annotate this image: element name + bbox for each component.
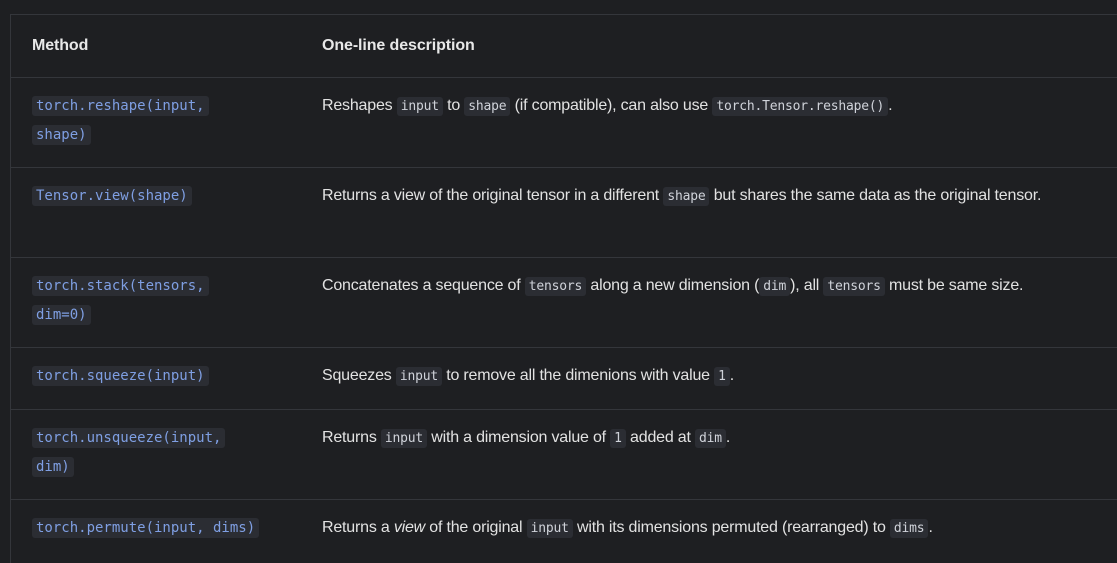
inline-code: dims	[889, 518, 929, 538]
inline-code: input	[396, 96, 443, 116]
method-code: Tensor.view(shape)	[32, 182, 192, 211]
method-code: torch.squeeze(input)	[32, 362, 209, 391]
inline-code: shape	[464, 96, 511, 116]
method-cell: torch.unsqueeze(input, dim)	[11, 409, 322, 499]
inline-code: 1	[714, 366, 730, 386]
method-cell: torch.squeeze(input)	[11, 347, 322, 409]
table-row: torch.unsqueeze(input, dim) Returns inpu…	[11, 409, 1117, 499]
inline-code: input	[380, 428, 428, 448]
inline-code: dim	[759, 276, 791, 296]
description-text: Returns input with a dimension value of …	[322, 428, 731, 448]
description-cell: Concatenates a sequence of tensors along…	[322, 257, 1117, 347]
table-header-row: Method One-line description	[11, 15, 1117, 77]
inline-code: 1	[610, 428, 626, 448]
method-code: torch.permute(input, dims)	[32, 514, 260, 543]
description-cell: Returns input with a dimension value of …	[322, 409, 1117, 499]
header-method: Method	[32, 36, 89, 54]
method-code: torch.unsqueeze(input, dim)	[32, 424, 262, 482]
method-cell: torch.permute(input, dims)	[11, 499, 322, 561]
description-cell: Returns a view of the original tensor in…	[322, 167, 1117, 257]
inline-code: input	[395, 366, 442, 386]
method-cell: torch.reshape(input, shape)	[11, 77, 322, 167]
table-row: Tensor.view(shape) Returns a view of the…	[11, 167, 1117, 257]
description-cell: Reshapes input to shape (if compatible),…	[322, 77, 1117, 167]
table-row: torch.reshape(input, shape) Reshapes inp…	[11, 77, 1117, 167]
method-code: torch.reshape(input, shape)	[32, 92, 262, 150]
header-description: One-line description	[322, 36, 475, 54]
inline-code: torch.Tensor.reshape()	[712, 96, 889, 116]
description-text: Reshapes input to shape (if compatible),…	[322, 96, 893, 116]
methods-table-container: Method One-line description torch.reshap…	[10, 14, 1117, 563]
inline-code: tensors	[823, 276, 885, 296]
table-row: torch.squeeze(input) Squeezes input to r…	[11, 347, 1117, 409]
description-text: Squeezes input to remove all the dimenio…	[322, 366, 734, 386]
description-cell: Returns a view of the original input wit…	[322, 499, 1117, 561]
emphasis-text: view	[393, 518, 426, 536]
inline-code: shape	[663, 186, 710, 206]
description-text: Concatenates a sequence of tensors along…	[322, 276, 1024, 296]
method-cell: Tensor.view(shape)	[11, 167, 322, 257]
table-row: torch.stack(tensors, dim=0) Concatenates…	[11, 257, 1117, 347]
method-code: torch.stack(tensors, dim=0)	[32, 272, 262, 330]
inline-code: input	[526, 518, 573, 538]
description-text: Returns a view of the original tensor in…	[322, 186, 1042, 206]
table-row: torch.permute(input, dims) Returns a vie…	[11, 499, 1117, 561]
description-text: Returns a view of the original input wit…	[322, 518, 933, 538]
method-cell: torch.stack(tensors, dim=0)	[11, 257, 322, 347]
methods-table: Method One-line description torch.reshap…	[11, 15, 1117, 561]
description-cell: Squeezes input to remove all the dimenio…	[322, 347, 1117, 409]
inline-code: tensors	[524, 276, 587, 296]
inline-code: dim	[695, 428, 726, 448]
